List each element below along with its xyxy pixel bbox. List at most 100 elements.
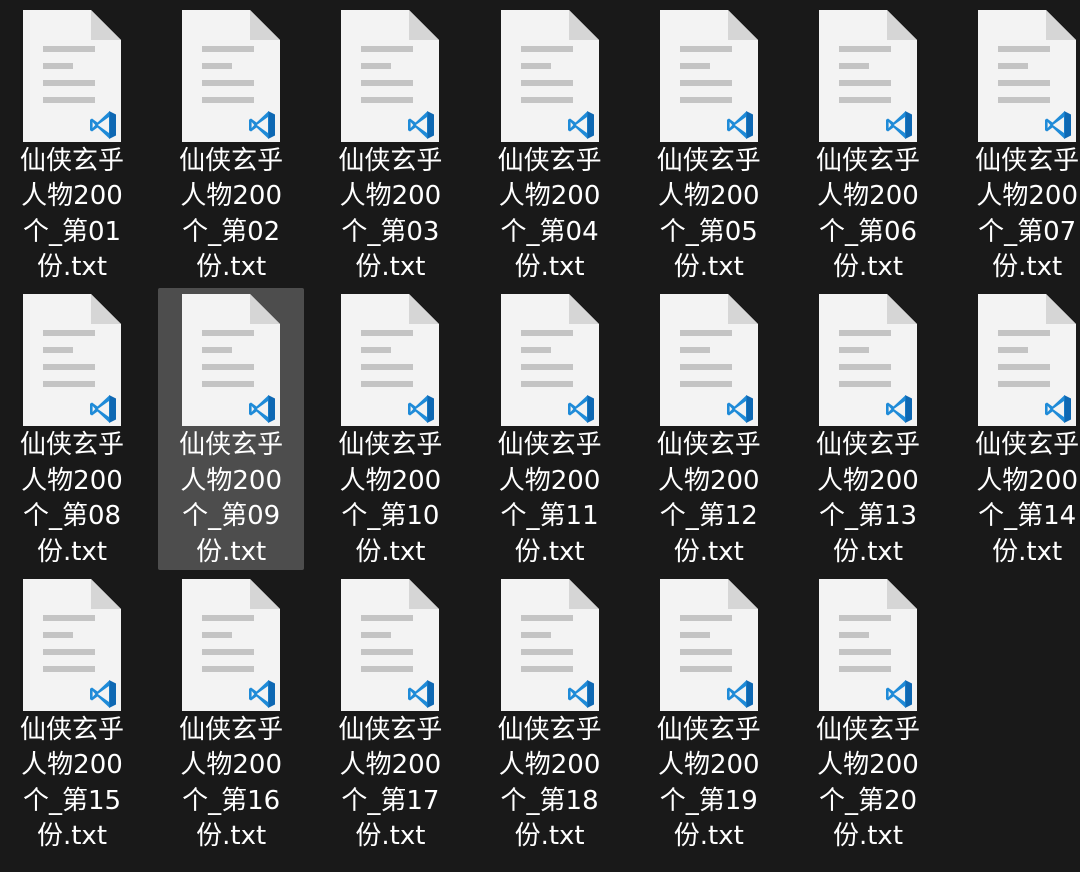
file-name-line: 个_第06 xyxy=(818,216,918,247)
file-name-label: 仙侠玄乎人物200 个_第08 份.txt xyxy=(0,428,145,570)
file-item[interactable]: 仙侠玄乎 人物200 个_第09 份.txt xyxy=(158,288,305,570)
file-name-label: 仙侠玄乎 人物200 个_第07 份.txt xyxy=(954,144,1080,286)
file-name-line: 个_第03 xyxy=(341,216,440,247)
file-name-line: 份.txt xyxy=(196,252,267,282)
file-name-line: 人物200 xyxy=(339,465,442,496)
file-name-line: 份.txt xyxy=(196,536,267,567)
file-item[interactable]: 仙侠玄乎人物200 个_第04 份.txt xyxy=(477,4,623,286)
file-name-line: 人物200 xyxy=(339,750,442,780)
file-name-line: 人物200 xyxy=(976,465,1078,496)
file-name-line: 仙侠玄乎 xyxy=(338,430,443,460)
file-name-line: 仙侠玄乎 xyxy=(975,145,1080,176)
file-name-line: 人物200 xyxy=(976,181,1078,211)
file-name-line: 份.txt xyxy=(36,536,108,567)
file-name-line: 人物200 xyxy=(498,750,601,780)
vscode-text-document-icon xyxy=(500,294,599,426)
file-name-line: 人物200 xyxy=(817,465,919,496)
vscode-text-document-icon xyxy=(23,294,121,426)
file-name-line: 个_第08 xyxy=(22,501,122,531)
file-item[interactable]: 仙侠玄乎 人物200 个_第15 份.txt xyxy=(0,573,145,855)
file-name-line: 仙侠玄乎 xyxy=(179,430,284,460)
file-name-label: 仙侠玄乎 人物200 个_第09 份.txt xyxy=(158,428,304,570)
file-name-line: 人物200 xyxy=(498,465,601,496)
file-name-line: 仙侠玄乎 xyxy=(656,430,761,460)
file-name-label: 仙侠玄乎人物200 个_第04 份.txt xyxy=(477,144,623,286)
file-name-line: 份.txt xyxy=(992,536,1063,567)
file-item[interactable]: 仙侠玄乎 人物200 个_第05 份.txt xyxy=(636,4,782,286)
file-name-line: 仙侠玄乎 xyxy=(497,430,602,460)
vscode-text-document-icon xyxy=(819,294,917,426)
file-name-line: 份.txt xyxy=(514,252,585,282)
file-name-line: 个_第04 xyxy=(500,216,599,247)
file-name-line: 个_第15 xyxy=(22,785,122,816)
file-name-label: 仙侠玄乎 人物200 个_第16 份.txt xyxy=(158,713,304,855)
vscode-text-document-icon xyxy=(341,9,440,142)
vscode-text-document-icon xyxy=(500,578,599,711)
file-name-line: 仙侠玄乎 xyxy=(338,145,443,176)
file-item[interactable]: 仙侠玄乎 人物200 个_第06 份.txt xyxy=(795,4,941,286)
file-name-line: 份.txt xyxy=(832,252,904,282)
file-item[interactable]: 仙侠玄乎 人物200 个_第12 份.txt xyxy=(636,288,782,570)
file-name-line: 份.txt xyxy=(673,536,744,567)
vscode-text-document-icon xyxy=(182,294,281,426)
vscode-text-document-icon xyxy=(978,9,1077,142)
file-name-label: 仙侠玄乎 人物200 个_第01 份.txt xyxy=(0,144,145,286)
file-item[interactable]: 仙侠玄乎 人物200 个_第14 份.txt xyxy=(954,288,1080,570)
file-item[interactable]: 仙侠玄乎 人物200 个_第18 份.txt xyxy=(477,573,623,855)
vscode-text-document-icon xyxy=(182,9,281,142)
file-name-line: 仙侠玄乎 xyxy=(815,145,920,176)
file-name-line: 个_第11 xyxy=(500,501,599,531)
file-name-label: 仙侠玄乎 人物200 个_第15 份.txt xyxy=(0,713,145,855)
file-item[interactable]: 仙侠玄乎 人物200 个_第07 份.txt xyxy=(954,4,1080,286)
file-name-line: 份.txt xyxy=(355,252,426,282)
vscode-text-document-icon xyxy=(819,578,917,711)
file-item[interactable]: 仙侠玄乎 人物200 个_第01 份.txt xyxy=(0,4,145,286)
file-name-line: 人物200 xyxy=(21,465,123,496)
file-name-line: 人物200 xyxy=(180,465,282,496)
file-item[interactable]: 仙侠玄乎 人物200 个_第19 份.txt xyxy=(636,573,782,855)
vscode-text-document-icon xyxy=(341,578,440,711)
file-name-line: 份.txt xyxy=(355,821,426,851)
file-name-label: 仙侠玄乎 人物200 个_第05 份.txt xyxy=(636,144,782,286)
file-name-line: 份.txt xyxy=(673,252,744,282)
file-name-line: 份.txt xyxy=(355,536,426,567)
file-name-line: 份.txt xyxy=(832,821,904,851)
file-item[interactable]: 仙侠玄乎人物200 个_第11 份.txt xyxy=(477,288,623,570)
file-name-line: 份.txt xyxy=(196,821,267,851)
vscode-text-document-icon xyxy=(659,578,758,711)
vscode-text-document-icon xyxy=(978,294,1077,426)
file-name-line: 个_第01 xyxy=(22,216,122,247)
file-name-line: 人物200 xyxy=(657,750,760,780)
file-item[interactable]: 仙侠玄乎 人物200 个_第17 份.txt xyxy=(317,573,463,855)
vscode-text-document-icon xyxy=(182,578,281,711)
file-item[interactable]: 仙侠玄乎 人物200 个_第02 份.txt xyxy=(158,4,304,286)
file-item[interactable]: 仙侠玄乎 人物200 个_第20 份.txt xyxy=(795,573,941,855)
file-name-line: 仙侠玄乎 xyxy=(656,714,761,745)
file-name-line: 人物200 xyxy=(657,181,760,211)
file-name-line: 人物200 xyxy=(180,750,282,780)
file-name-line: 个_第20 xyxy=(818,785,918,816)
file-name-label: 仙侠玄乎 人物200 个_第14 份.txt xyxy=(954,428,1080,570)
vscode-text-document-icon xyxy=(819,9,917,142)
file-item[interactable]: 仙侠玄乎人物200 个_第10 份.txt xyxy=(317,288,463,570)
file-name-label: 仙侠玄乎 人物200 个_第06 份.txt xyxy=(795,144,941,286)
file-item[interactable]: 仙侠玄乎 人物200 个_第16 份.txt xyxy=(158,573,304,855)
file-name-line: 份.txt xyxy=(514,821,585,851)
file-name-line: 仙侠玄乎 xyxy=(19,430,124,460)
file-name-line: 人物200 xyxy=(498,181,601,211)
vscode-text-document-icon xyxy=(659,9,758,142)
file-name-line: 仙侠玄乎 xyxy=(179,145,284,176)
file-name-label: 仙侠玄乎人物200 个_第10 份.txt xyxy=(317,428,463,570)
file-name-line: 仙侠玄乎 xyxy=(497,145,602,176)
file-item[interactable]: 仙侠玄乎 人物200 个_第03 份.txt xyxy=(317,4,463,286)
file-name-line: 个_第07 xyxy=(978,216,1077,247)
file-item[interactable]: 仙侠玄乎人物200 个_第08 份.txt xyxy=(0,288,145,570)
file-name-line: 份.txt xyxy=(514,536,585,567)
file-name-line: 份.txt xyxy=(673,821,744,851)
vscode-text-document-icon xyxy=(500,9,599,142)
file-name-label: 仙侠玄乎 人物200 个_第03 份.txt xyxy=(317,144,463,286)
file-name-line: 人物200 xyxy=(21,181,123,211)
file-name-line: 个_第10 xyxy=(341,501,440,531)
file-name-label: 仙侠玄乎 人物200 个_第20 份.txt xyxy=(795,713,941,855)
file-item[interactable]: 仙侠玄乎 人物200 个_第13 份.txt xyxy=(795,288,941,570)
